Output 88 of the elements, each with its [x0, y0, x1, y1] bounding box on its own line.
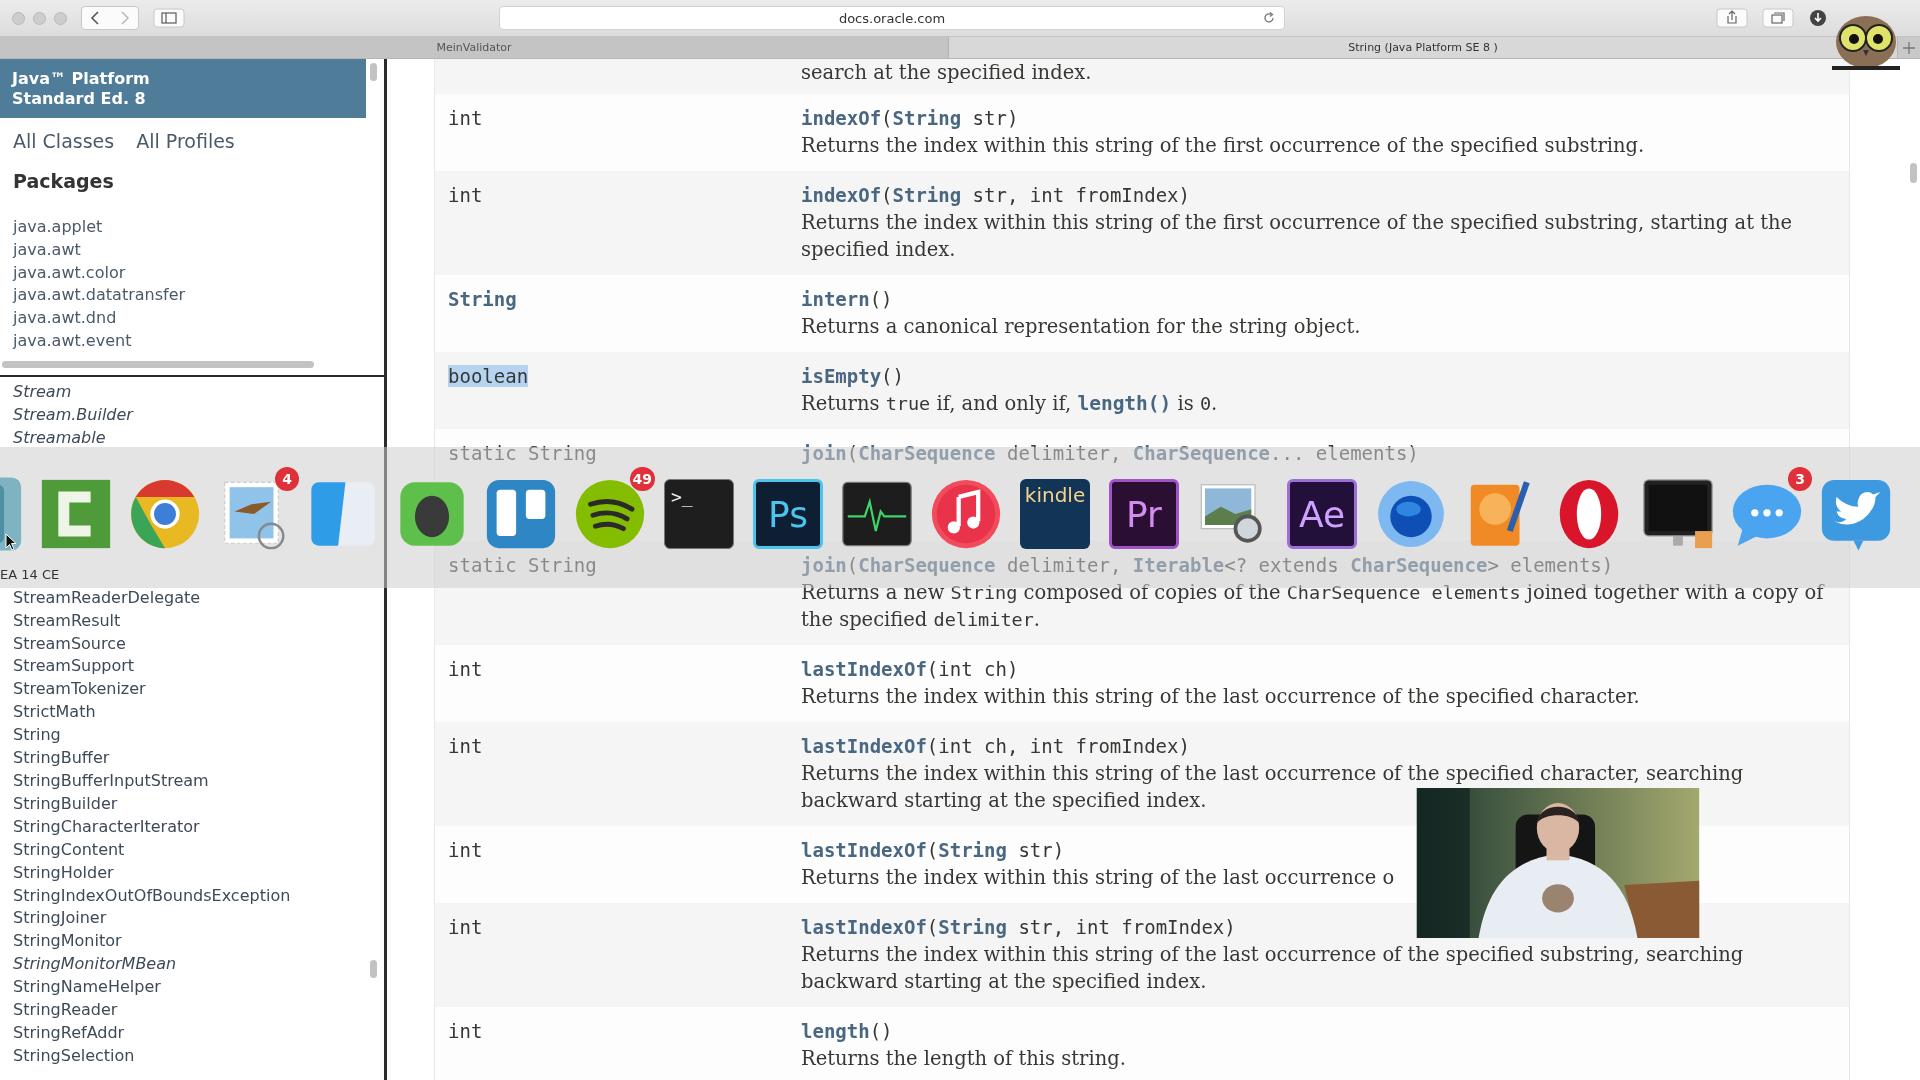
method-signature[interactable]: lastIndexOf(String str, int fromIndex) [801, 913, 1849, 941]
address-field[interactable]: docs.oracle.com [499, 6, 1285, 30]
method-signature[interactable]: lastIndexOf(int ch) [801, 655, 1849, 683]
tabs-icon[interactable] [1762, 8, 1794, 28]
section-heading: Packages [12, 169, 115, 194]
type-name: int [448, 184, 483, 206]
class-link[interactable]: StringReader [13, 999, 384, 1022]
method-signature[interactable]: lastIndexOf(String str) [801, 836, 1849, 864]
class-link[interactable]: StreamSupport [13, 655, 384, 679]
browser-tab[interactable]: String (Java Platform SE 8 ) [949, 37, 1898, 58]
type-name: int [448, 658, 483, 680]
package-link[interactable]: java.awt.color [13, 261, 384, 285]
browser-tab[interactable]: MeinValidator [0, 37, 949, 58]
method-description: Returns the index within this string of the last occurrence of the specified character, searching backward starting at the specified index. [801, 761, 1745, 814]
app-tile[interactable]: Pr [1109, 479, 1179, 549]
banner-title: Java™ Platform [12, 69, 151, 89]
method-description: Returns the index within this string of the last occurrence o [801, 865, 1396, 891]
scrollbar-thumb[interactable] [2, 361, 314, 368]
method-description: Returns a canonical representation for the string object. [801, 314, 1362, 340]
class-link[interactable]: StringBufferInputStream [13, 769, 384, 793]
method-description: Returns true if, and only if, length() is 0. [801, 391, 1219, 417]
scrollbar-thumb[interactable] [370, 63, 377, 81]
method-description: search at the specified index. [801, 60, 1093, 86]
method-signature[interactable]: isEmpty() [801, 362, 1849, 390]
method-signature[interactable]: indexOf(String str, int fromIndex) [801, 181, 1849, 209]
class-link[interactable]: StringRefAddr [13, 1021, 384, 1045]
method-signature[interactable]: lastIndexOf(int ch, int fromIndex) [801, 732, 1849, 760]
method-description: Returns the index within this string of the first occurrence of the specified substring. [801, 133, 1646, 159]
method-signature[interactable]: length() [801, 1017, 1849, 1045]
package-link[interactable]: java.applet [13, 216, 384, 239]
class-link[interactable]: StringHolder [13, 861, 384, 885]
package-link[interactable]: java.awt.datatransfer [13, 284, 384, 308]
class-link[interactable]: StringIndexOutOfBoundsException [13, 884, 384, 908]
type-name: int [448, 107, 483, 129]
class-link[interactable]: StrictMath [13, 701, 384, 725]
class-link[interactable]: Stream [13, 381, 384, 404]
method-signature[interactable]: indexOf(String str) [801, 104, 1849, 132]
new-tab-icon[interactable] [1902, 40, 1916, 55]
class-link[interactable]: StringMonitor [13, 930, 384, 954]
class-link[interactable]: Stream.Builder [13, 403, 384, 427]
type-name: int [448, 916, 483, 938]
method-description: Returns a new String composed of copies of the CharSequence elements joined together with a copy of the specified delimiter. [801, 580, 1826, 633]
type-name: static String [448, 442, 597, 464]
class-link[interactable]: StringSelection [13, 1044, 384, 1068]
type-name: static String [448, 554, 597, 576]
class-link[interactable]: StringBuffer [13, 747, 384, 770]
terminal-tile[interactable]: >_ [664, 479, 734, 549]
cursor-icon [5, 533, 17, 551]
class-link[interactable]: StringContent [13, 838, 384, 862]
class-link[interactable]: StreamResult [13, 609, 384, 633]
class-link[interactable]: StringBuilder [13, 792, 384, 816]
share-icon[interactable] [1716, 8, 1748, 28]
class-link[interactable]: String [13, 724, 384, 748]
type-name: int [448, 735, 483, 757]
banner-title: Standard Ed. 8 [12, 89, 147, 109]
type-name: int [448, 1020, 483, 1042]
class-link[interactable]: StringMonitorMBean [13, 953, 384, 977]
method-description: Returns the index within this string of the last occurrence of the specified substring, searching backward starting at the specified index. [801, 942, 1745, 995]
scrollbar-thumb[interactable] [370, 960, 377, 978]
reload-icon[interactable] [1262, 11, 1276, 25]
class-link[interactable]: StringCharacterIterator [13, 815, 384, 839]
download-icon[interactable] [1808, 8, 1828, 28]
type-name: int [448, 839, 483, 861]
app-tile[interactable]: Ae [1287, 479, 1357, 549]
class-link[interactable]: StreamSource [13, 632, 384, 656]
class-link[interactable]: StreamReaderDelegate [13, 586, 384, 610]
type-name: boolean [448, 365, 529, 387]
method-link[interactable]: length() [1077, 392, 1172, 415]
sidebar-icon[interactable] [153, 8, 185, 28]
class-link[interactable]: Streamable [13, 426, 384, 450]
nav-link[interactable]: All Profiles [136, 130, 235, 152]
class-link[interactable]: StringJoiner [13, 907, 384, 931]
method-signature[interactable]: intern() [801, 285, 1849, 313]
package-link[interactable]: java.awt.dnd [13, 307, 384, 330]
package-link[interactable]: java.awt [13, 238, 384, 262]
type-link[interactable]: String [448, 288, 517, 310]
nav-link[interactable]: All Classes [13, 130, 115, 152]
app-tile[interactable]: kindle [1020, 479, 1090, 549]
notification-badge: 4 [275, 467, 299, 491]
class-link[interactable]: StringNameHelper [13, 976, 384, 1000]
method-description: Returns the index within this string of the first occurrence of the specified substring, starting at the specified index. [801, 210, 1794, 263]
scrollbar-thumb[interactable] [1910, 163, 1917, 183]
package-link[interactable]: java.awt.event [13, 330, 384, 353]
class-link[interactable]: StreamTokenizer [13, 678, 384, 702]
method-description: Returns the length of this string. [801, 1046, 1127, 1072]
method-description: Returns the index within this string of the last occurrence of the specified character. [801, 684, 1641, 710]
app-label: EA 14 CE [0, 567, 60, 582]
app-tile[interactable]: Ps [753, 479, 823, 549]
